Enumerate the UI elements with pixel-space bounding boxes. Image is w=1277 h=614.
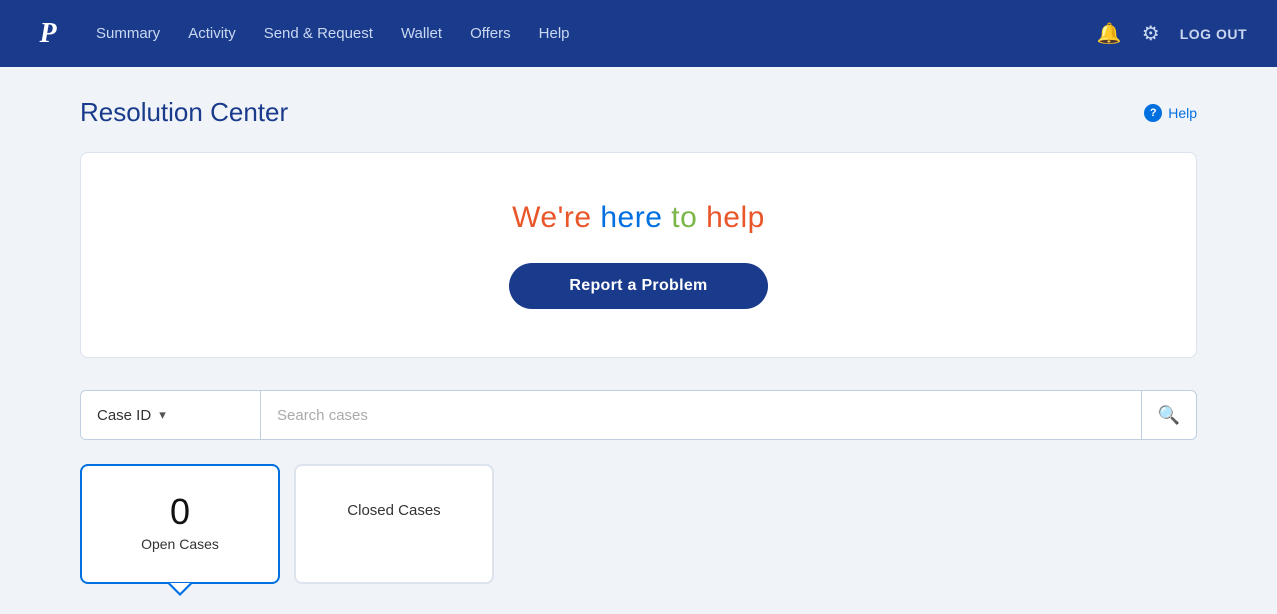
bell-icon: 🔔 [1097,21,1122,46]
header-right: 🔔 ⚙ LOG OUT [1097,21,1247,46]
help-circle-icon: ? [1144,104,1162,122]
report-problem-button[interactable]: Report a Problem [509,263,767,309]
nav-offers[interactable]: Offers [470,25,511,42]
open-cases-label: Open Cases [102,536,258,552]
help-link-label: Help [1168,105,1197,121]
search-button[interactable]: 🔍 [1141,391,1196,439]
search-row: Case ID ▾ 🔍 [80,390,1197,440]
hero-title-help: help [706,201,765,234]
dropdown-arrow-icon: ▾ [159,407,166,423]
case-id-dropdown[interactable]: Case ID ▾ [81,391,261,439]
open-cases-count: 0 [102,494,258,530]
page-title: Resolution Center [80,97,288,128]
nav-send-request[interactable]: Send & Request [264,25,373,42]
paypal-logo[interactable]: P [30,16,66,52]
search-input[interactable] [261,391,1141,439]
hero-title: We're here to help [101,201,1176,235]
page-title-row: Resolution Center ? Help [80,97,1197,128]
hero-title-here: here [600,201,671,234]
tab-open-cases[interactable]: 0 Open Cases [80,464,280,584]
gear-icon: ⚙ [1142,21,1160,46]
notification-bell-button[interactable]: 🔔 [1097,21,1122,46]
settings-gear-button[interactable]: ⚙ [1142,21,1160,46]
page-body: Resolution Center ? Help We're here to h… [0,67,1277,614]
main-nav: Summary Activity Send & Request Wallet O… [96,25,1067,42]
nav-activity[interactable]: Activity [188,25,236,42]
hero-card: We're here to help Report a Problem [80,152,1197,358]
tabs-row: 0 Open Cases Closed Cases [80,464,1197,584]
tab-closed-cases[interactable]: Closed Cases [294,464,494,584]
nav-help[interactable]: Help [539,25,570,42]
main-header: P Summary Activity Send & Request Wallet… [0,0,1277,67]
logout-button[interactable]: LOG OUT [1180,26,1247,42]
hero-title-we: We're [512,201,600,234]
closed-cases-label: Closed Cases [316,494,472,519]
case-id-label: Case ID [97,407,151,424]
search-icon: 🔍 [1158,405,1180,426]
hero-title-to: to [671,201,706,234]
nav-wallet[interactable]: Wallet [401,25,442,42]
nav-summary[interactable]: Summary [96,25,160,42]
help-link[interactable]: ? Help [1144,104,1197,122]
paypal-logo-icon: P [39,18,56,50]
